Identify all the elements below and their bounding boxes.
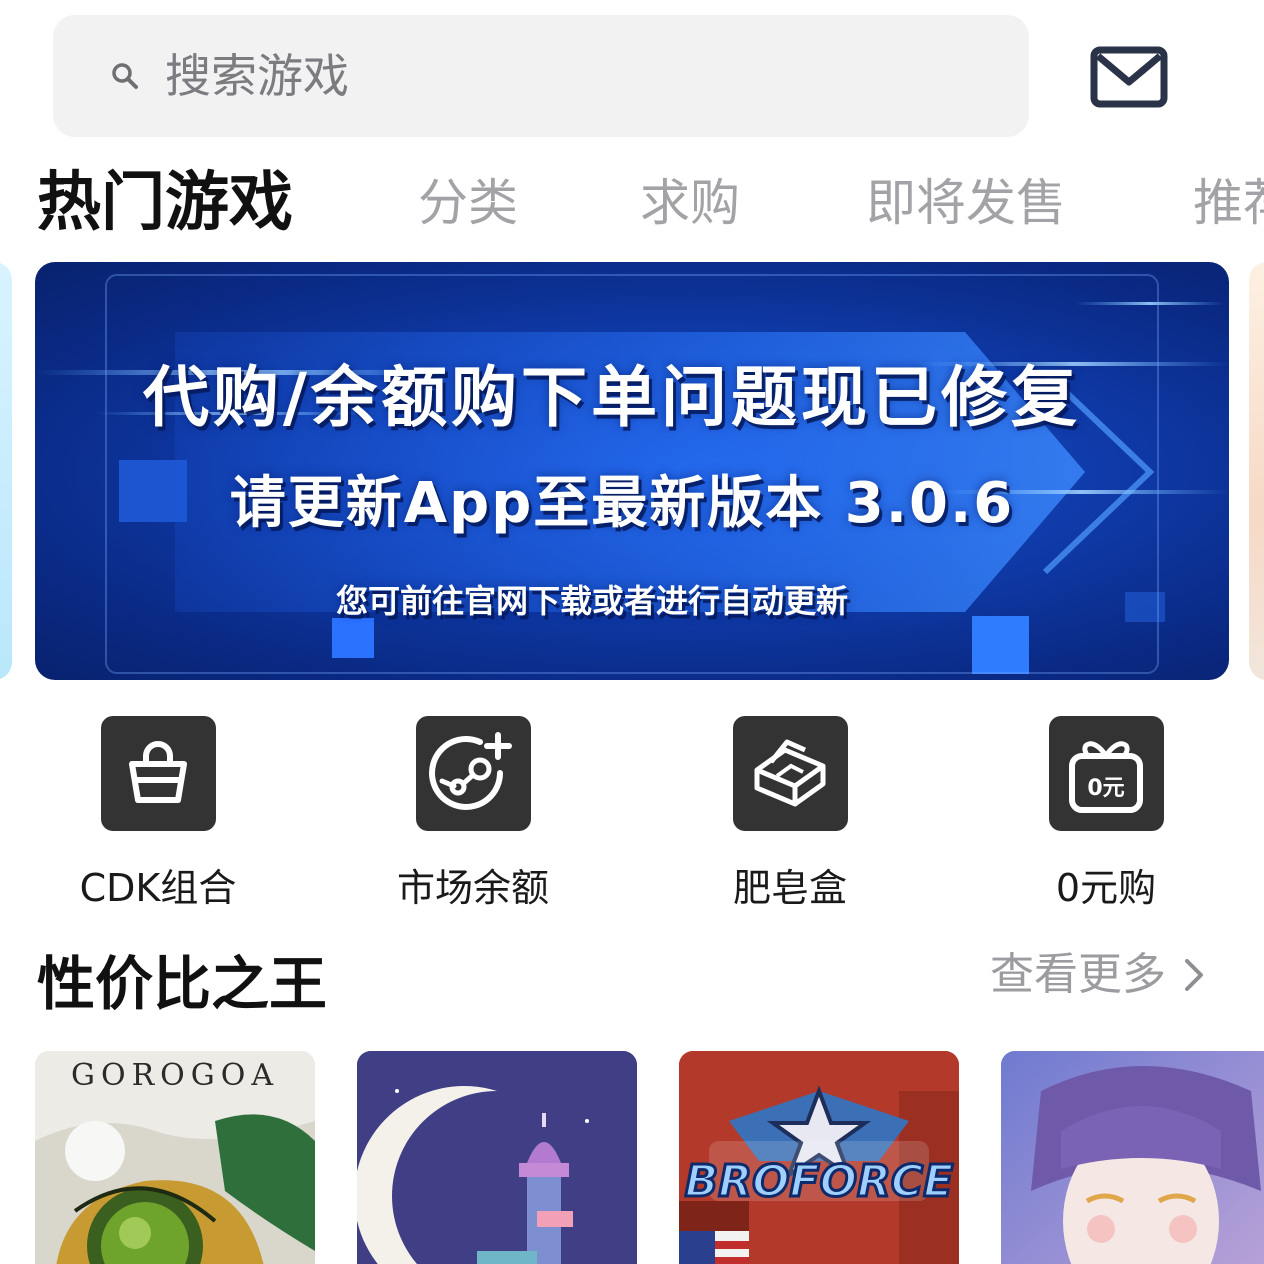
see-more-link[interactable]: 查看更多 (990, 945, 1204, 1005)
quick-entry-label: 0元购 (1055, 866, 1157, 910)
svg-text:0元: 0元 (1087, 776, 1124, 801)
quick-entry-label: 市场余额 (396, 866, 549, 910)
soap-box-icon (732, 716, 848, 831)
steam-plus-icon (415, 716, 531, 831)
mail-icon[interactable] (1090, 46, 1168, 108)
banner-headline: 代购/余额购下单问题现已修复 (142, 359, 1082, 436)
quick-entry-zero-yuan[interactable]: 0元 0元购 (986, 716, 1226, 912)
quick-entry-label: 肥皂盒 (732, 866, 847, 910)
game-card-monument-valley[interactable] (357, 1051, 637, 1264)
tab-hot-games[interactable]: 热门游戏 (37, 158, 293, 248)
svg-text:GOROGOA: GOROGOA (71, 1058, 279, 1093)
tab-coming-soon[interactable]: 即将发售 (866, 158, 1066, 248)
carousel-next-peek[interactable] (1249, 262, 1264, 680)
tab-wanted[interactable]: 求购 (640, 158, 740, 248)
search-input[interactable] (163, 48, 967, 104)
tab-category[interactable]: 分类 (418, 158, 518, 248)
section-title: 性价比之王 (37, 950, 328, 1018)
see-more-label: 查看更多 (990, 949, 1166, 1000)
gift-zero-icon: 0元 (1048, 716, 1164, 831)
svg-text:BROFORCE: BROFORCE (685, 1156, 954, 1207)
carousel-prev-peek[interactable] (0, 262, 12, 680)
game-card-gris[interactable] (1001, 1051, 1264, 1264)
category-tabs: 热门游戏 分类 求购 即将发售 推荐 (0, 158, 1264, 248)
quick-entry-soap-box[interactable]: 肥皂盒 (670, 716, 910, 912)
monument-valley-cover (357, 1051, 637, 1264)
search-bar[interactable] (53, 15, 1029, 137)
game-card-row: GOROGOA BROFORCE (0, 1051, 1264, 1264)
game-card-gorogoa[interactable]: GOROGOA (35, 1051, 315, 1264)
tab-recommend[interactable]: 推荐 (1193, 158, 1264, 248)
banner-subheadline: 请更新App至最新版本 3.0.6 (229, 471, 1015, 536)
quick-entry-market-balance[interactable]: 市场余额 (353, 716, 593, 912)
shopping-basket-icon (100, 716, 216, 831)
broforce-cover: BROFORCE (679, 1051, 959, 1264)
chevron-right-icon (1185, 959, 1203, 991)
gorogoa-cover: GOROGOA (35, 1051, 315, 1264)
search-icon (112, 63, 138, 89)
announcement-banner[interactable]: 代购/余额购下单问题现已修复 请更新App至最新版本 3.0.6 您可前往官网下… (35, 262, 1229, 680)
store-home-page: 热门游戏 分类 求购 即将发售 推荐 (0, 0, 1264, 1264)
quick-entry-row: CDK组合 市场余额 肥皂盒 0元 0元购 (0, 716, 1264, 916)
gris-cover (1001, 1051, 1264, 1264)
banner-caption: 您可前往官网下载或者进行自动更新 (335, 582, 848, 620)
quick-entry-cdk[interactable]: CDK组合 (38, 716, 278, 912)
game-card-broforce[interactable]: BROFORCE (679, 1051, 959, 1264)
quick-entry-label: CDK组合 (79, 866, 237, 910)
